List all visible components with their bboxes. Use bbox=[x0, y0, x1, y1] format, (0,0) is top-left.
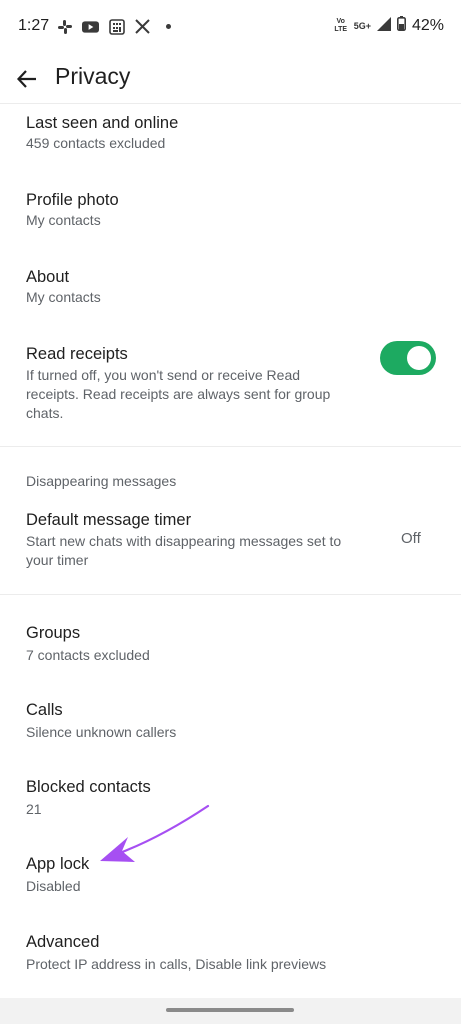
read-receipts-title: Read receipts bbox=[26, 345, 128, 363]
app-bar: Privacy bbox=[0, 54, 461, 104]
app-lock-title: App lock bbox=[26, 855, 90, 873]
about-item[interactable]: About My contacts bbox=[0, 257, 461, 319]
about-subtitle: My contacts bbox=[26, 289, 101, 305]
back-button[interactable] bbox=[12, 64, 42, 94]
status-time: 1:27 bbox=[18, 17, 50, 34]
advanced-title: Advanced bbox=[26, 933, 100, 951]
gesture-nav-bar bbox=[0, 998, 461, 1024]
status-bar: 1:27 Vo LTE 5G+ 42% bbox=[0, 0, 461, 54]
default-timer-subtitle-line: Start new chats with disappearing messag… bbox=[26, 533, 342, 549]
groups-title: Groups bbox=[26, 624, 81, 642]
default-timer-title: Default message timer bbox=[26, 511, 192, 529]
about-title: About bbox=[26, 268, 70, 286]
last-seen-item[interactable]: Last seen and online 459 contacts exclud… bbox=[0, 105, 461, 167]
advanced-subtitle: Protect IP address in calls, Disable lin… bbox=[26, 956, 327, 972]
blocked-contacts-subtitle: 21 bbox=[26, 801, 42, 817]
default-timer-value: Off bbox=[401, 530, 421, 547]
default-message-timer-item[interactable]: Default message timer Start new chats wi… bbox=[0, 500, 461, 580]
system-status: Vo LTE 5G+ 42% bbox=[334, 16, 444, 36]
arrow-left-icon bbox=[16, 70, 36, 88]
network-type-label: 5G+ bbox=[353, 20, 371, 31]
more-notifications-dot-icon bbox=[166, 24, 171, 29]
youtube-icon bbox=[82, 18, 99, 35]
default-timer-subtitle-line: your timer bbox=[26, 552, 89, 568]
blocked-contacts-item[interactable]: Blocked contacts 21 bbox=[0, 768, 461, 830]
calls-item[interactable]: Calls Silence unknown callers bbox=[0, 691, 461, 753]
volte-icon: Vo LTE bbox=[334, 18, 348, 33]
page-title: Privacy bbox=[55, 63, 131, 89]
app-lock-subtitle: Disabled bbox=[26, 878, 81, 894]
read-receipts-subtitle-line: receipts. Read receipts are always sent … bbox=[26, 386, 331, 402]
last-seen-subtitle: 459 contacts excluded bbox=[26, 135, 166, 151]
slack-icon bbox=[56, 18, 73, 35]
profile-photo-title: Profile photo bbox=[26, 191, 119, 209]
profile-photo-item[interactable]: Profile photo My contacts bbox=[0, 180, 461, 242]
app-lock-item[interactable]: App lock Disabled bbox=[0, 845, 461, 907]
calls-title: Calls bbox=[26, 701, 63, 719]
profile-photo-subtitle: My contacts bbox=[26, 212, 101, 228]
advanced-item[interactable]: Advanced Protect IP address in calls, Di… bbox=[0, 922, 461, 984]
x-icon bbox=[134, 18, 151, 35]
home-handle[interactable] bbox=[166, 1008, 294, 1012]
groups-item[interactable]: Groups 7 contacts excluded bbox=[0, 614, 461, 676]
calls-subtitle: Silence unknown callers bbox=[26, 724, 177, 740]
calculator-icon bbox=[108, 18, 125, 35]
divider bbox=[0, 446, 461, 447]
disappearing-messages-header: Disappearing messages bbox=[26, 473, 177, 489]
last-seen-title: Last seen and online bbox=[26, 114, 179, 132]
notification-icons bbox=[56, 18, 171, 35]
battery-icon bbox=[396, 16, 406, 36]
groups-subtitle: 7 contacts excluded bbox=[26, 647, 150, 663]
battery-percent: 42% bbox=[411, 17, 444, 34]
read-receipts-subtitle-line: chats. bbox=[26, 405, 64, 421]
toggle-knob bbox=[407, 346, 431, 370]
blocked-contacts-title: Blocked contacts bbox=[26, 778, 151, 796]
read-receipts-subtitle-line: If turned off, you won't send or receive… bbox=[26, 367, 301, 383]
divider bbox=[0, 594, 461, 595]
read-receipts-toggle[interactable] bbox=[380, 341, 436, 375]
signal-icon bbox=[376, 16, 391, 36]
